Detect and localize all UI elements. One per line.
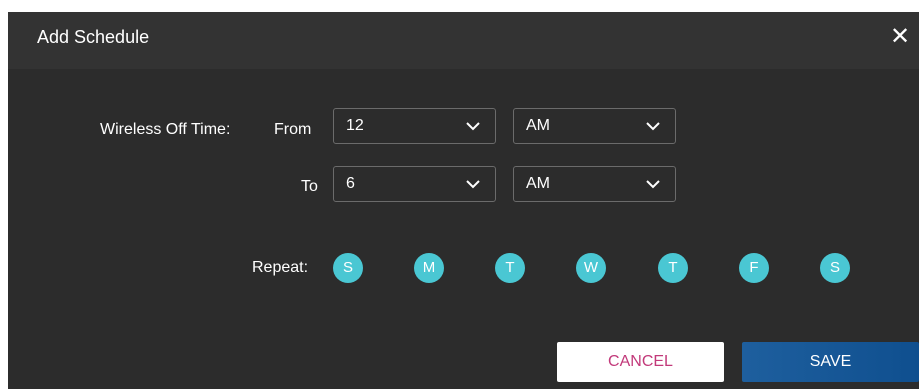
to-hour-value: 6 — [346, 175, 355, 192]
wireless-off-time-label: Wireless Off Time: — [100, 121, 231, 138]
to-hour-select[interactable]: 6 — [333, 166, 496, 202]
chevron-down-icon — [466, 180, 480, 189]
day-toggle-tuesday[interactable]: T — [495, 253, 525, 283]
to-period-value: AM — [526, 175, 550, 192]
cancel-button[interactable]: CANCEL — [557, 342, 724, 382]
day-toggle-sunday[interactable]: S — [333, 253, 363, 283]
to-label: To — [301, 178, 318, 195]
from-period-value: AM — [526, 117, 550, 134]
from-hour-select[interactable]: 12 — [333, 108, 496, 144]
from-hour-value: 12 — [346, 117, 364, 134]
day-toggle-monday[interactable]: M — [414, 253, 444, 283]
day-toggle-friday[interactable]: F — [739, 253, 769, 283]
save-button[interactable]: SAVE — [742, 342, 919, 382]
to-period-select[interactable]: AM — [513, 166, 676, 202]
close-icon[interactable]: ✕ — [887, 24, 913, 50]
add-schedule-dialog: Add Schedule ✕ Wireless Off Time: From 1… — [8, 12, 919, 389]
chevron-down-icon — [466, 122, 480, 131]
dialog-title: Add Schedule — [37, 27, 150, 47]
day-toggle-wednesday[interactable]: W — [576, 253, 606, 283]
repeat-label: Repeat: — [252, 259, 309, 276]
day-toggle-thursday[interactable]: T — [658, 253, 688, 283]
chevron-down-icon — [646, 122, 660, 131]
day-toggle-saturday[interactable]: S — [820, 253, 850, 283]
from-period-select[interactable]: AM — [513, 108, 676, 144]
dialog-titlebar: Add Schedule ✕ — [8, 12, 919, 69]
chevron-down-icon — [646, 180, 660, 189]
from-label: From — [274, 121, 312, 138]
